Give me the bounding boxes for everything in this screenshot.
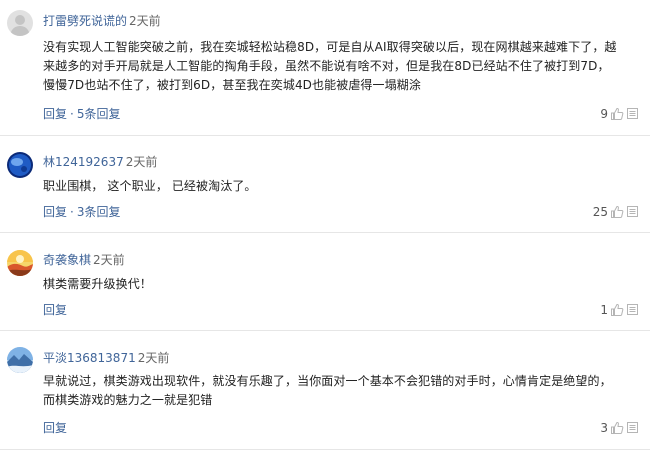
comment-text: 职业围棋， 这个职业， 已经被淘汰了。 <box>43 179 257 193</box>
comment-meta: 奇袭象棋 2天前 <box>43 252 125 268</box>
reply-link[interactable]: 回复 <box>43 205 67 219</box>
action-separator: · <box>70 107 74 121</box>
comment-username[interactable]: 平淡136813871 <box>43 351 136 365</box>
comment-meta: 林124192637 2天前 <box>43 154 157 170</box>
default-avatar-icon <box>7 10 33 36</box>
comment-username[interactable]: 打雷劈死说谎的 <box>43 14 127 28</box>
avatar[interactable] <box>7 152 33 178</box>
comment-meta: 打雷劈死说谎的 2天前 <box>43 13 161 29</box>
comment-text: 没有实现人工智能突破之前，我在奕城轻松站稳8D，可是自从AI取得突破以后，现在网… <box>43 40 617 92</box>
report-icon[interactable] <box>627 206 638 217</box>
comment-item: 奇袭象棋 2天前 棋类需要升级换代！ 回复 1 <box>0 233 650 330</box>
comment-item: 平淡136813871 2天前 早就说过，棋类游戏出现软件，就没有乐趣了，当你面对… <box>0 331 650 453</box>
comment-time: 2天前 <box>129 14 161 28</box>
comment-actions: 回复 <box>43 420 67 436</box>
comment-meta: 平淡136813871 2天前 <box>43 350 169 366</box>
like-count: 1 <box>600 303 608 317</box>
like-count: 9 <box>600 107 608 121</box>
report-icon[interactable] <box>627 422 638 433</box>
comment-divider <box>0 449 650 450</box>
like-area: 1 <box>600 302 624 318</box>
comment-item: 打雷劈死说谎的 2天前 没有实现人工智能突破之前，我在奕城轻松站稳8D，可是自从A… <box>0 0 650 129</box>
comment-text: 早就说过，棋类游戏出现软件，就没有乐趣了，当你面对一个基本不会犯错的对手时，心情… <box>43 374 612 407</box>
thumbs-up-icon[interactable] <box>610 303 624 317</box>
like-count: 25 <box>592 205 608 219</box>
comment-text: 棋类需要升级换代！ <box>43 277 152 291</box>
thumbs-up-icon[interactable] <box>610 205 624 219</box>
comment-time: 2天前 <box>93 253 125 267</box>
comment-time: 2天前 <box>125 155 158 169</box>
reply-link[interactable]: 回复 <box>43 421 67 435</box>
comment-actions: 回复 · 3条回复 <box>43 204 120 220</box>
like-count: 3 <box>600 421 608 435</box>
avatar[interactable] <box>7 10 33 36</box>
like-area: 3 <box>600 420 624 436</box>
comment-actions: 回复 <box>43 302 67 318</box>
replies-count-link[interactable]: 5条回复 <box>77 107 121 121</box>
like-area: 9 <box>600 106 624 122</box>
comment-username[interactable]: 林124192637 <box>43 155 124 169</box>
blue-planet-avatar-icon <box>7 152 33 178</box>
reply-link[interactable]: 回复 <box>43 303 67 317</box>
blue-landscape-avatar-icon <box>7 347 33 373</box>
comment-item: 林124192637 2天前 职业围棋， 这个职业， 已经被淘汰了。 回复 · 3条回… <box>0 136 650 230</box>
report-icon[interactable] <box>627 108 638 119</box>
avatar[interactable] <box>7 347 33 373</box>
report-icon[interactable] <box>627 304 638 315</box>
thumbs-up-icon[interactable] <box>610 421 624 435</box>
comment-username[interactable]: 奇袭象棋 <box>43 253 91 267</box>
comment-time: 2天前 <box>137 351 170 365</box>
action-separator: · <box>70 205 74 219</box>
reply-link[interactable]: 回复 <box>43 107 67 121</box>
replies-count-link[interactable]: 3条回复 <box>77 205 121 219</box>
avatar[interactable] <box>7 250 33 276</box>
comment-actions: 回复 · 5条回复 <box>43 106 120 122</box>
like-area: 25 <box>593 204 624 220</box>
sunset-landscape-avatar-icon <box>7 250 33 276</box>
thumbs-up-icon[interactable] <box>610 107 624 121</box>
